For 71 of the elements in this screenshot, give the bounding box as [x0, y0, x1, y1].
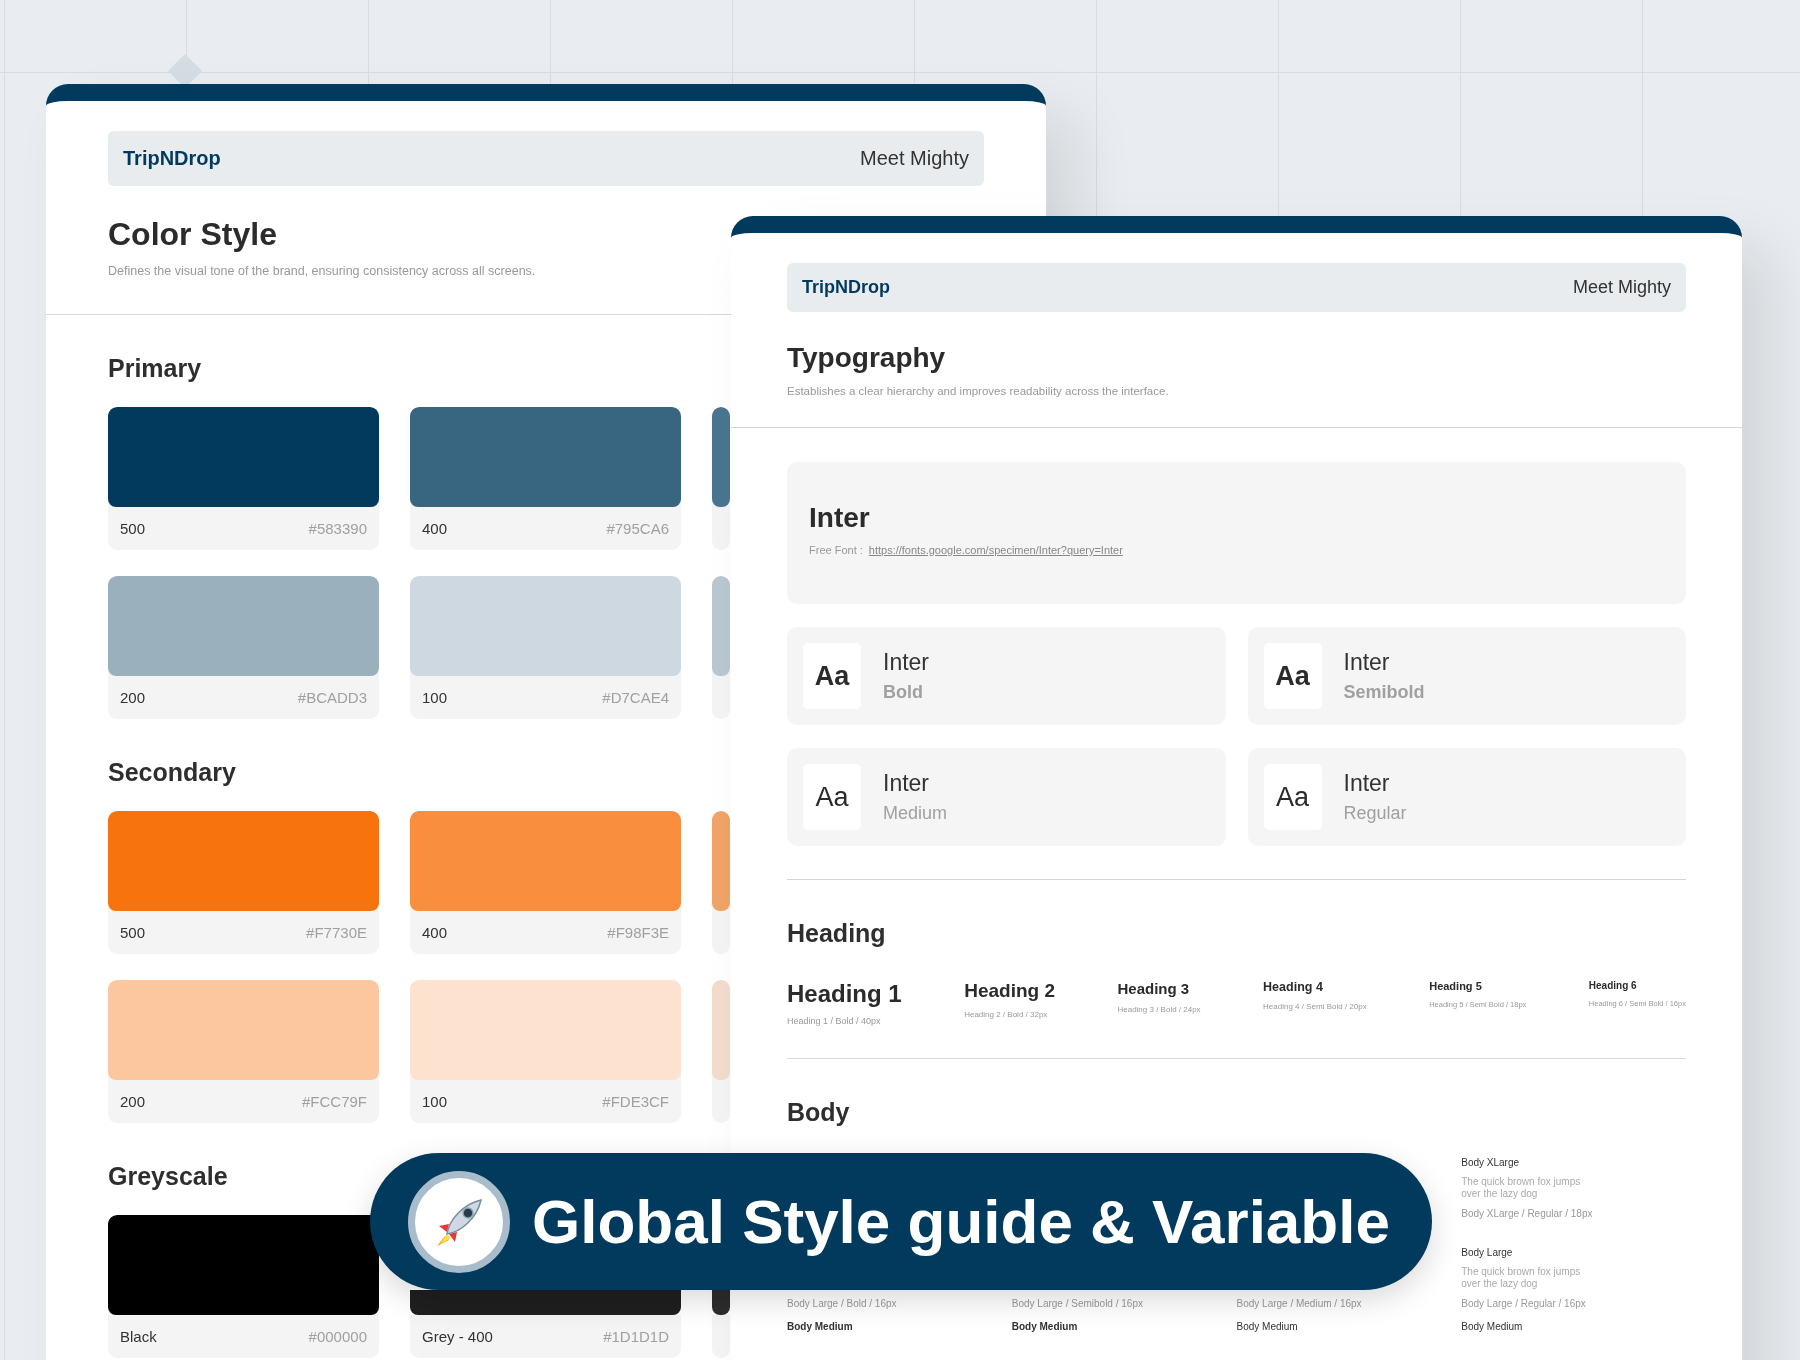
- section-title: Heading: [787, 918, 886, 948]
- shade-label: 400: [422, 520, 448, 537]
- body-style-name: Body Medium: [1461, 1321, 1524, 1332]
- page-title: Color Style: [108, 215, 278, 254]
- section-title: Primary: [108, 353, 202, 383]
- shade-label: 500: [120, 520, 146, 537]
- page-title: Typography: [787, 341, 947, 375]
- weight-label: Bold: [883, 682, 924, 703]
- heading-sample: Heading 6: [1588, 980, 1638, 991]
- font-name: Inter: [883, 770, 931, 797]
- heading-spec: Heading 2 / Bold / 32px: [964, 1010, 1049, 1019]
- body-style-name: Body XLarge: [1461, 1157, 1521, 1168]
- shade-label: Grey - 400: [422, 1328, 493, 1345]
- shade-label: 200: [120, 1093, 146, 1110]
- hex-code: #F7730E: [306, 924, 367, 941]
- weight-label: Semibold: [1343, 682, 1425, 703]
- heading-sample: Heading 4: [1263, 980, 1324, 994]
- font-name: Inter: [809, 502, 871, 534]
- font-sample: Aa: [803, 643, 861, 709]
- shade-label: 100: [422, 689, 448, 706]
- hex-code: #FDE3CF: [602, 1093, 669, 1110]
- heading-spec: Heading 3 / Bold / 24px: [1117, 1005, 1201, 1014]
- section-title: Secondary: [108, 757, 236, 787]
- section-title: Greyscale: [108, 1161, 228, 1191]
- hex-code: #D7CAE4: [602, 689, 669, 706]
- font-name: Inter: [883, 649, 930, 676]
- banner-title: Global Style guide & Variable: [532, 1186, 1390, 1257]
- shade-label: Black: [120, 1328, 157, 1345]
- font-name: Inter: [1343, 770, 1391, 797]
- body-sample: The quick brown fox jumps over the lazy dog: [1461, 1266, 1582, 1290]
- body-spec: Body Large / Medium / 16px: [1236, 1298, 1363, 1309]
- font-name: Inter: [1343, 649, 1391, 676]
- header-link[interactable]: Meet Mighty: [1572, 277, 1671, 298]
- section-title: Body: [787, 1097, 850, 1127]
- brand-name: TripNDrop: [802, 277, 890, 298]
- body-spec: Body Large / Bold / 16px: [787, 1298, 898, 1309]
- body-style-name: Body Large: [1461, 1247, 1514, 1258]
- shade-label: 200: [120, 689, 146, 706]
- brand-name: TripNDrop: [123, 147, 221, 170]
- hex-code: #795CA6: [606, 520, 669, 537]
- page-subtitle: Defines the visual tone of the brand, ensuring consistency across all screens.: [108, 264, 537, 278]
- shade-label: 500: [120, 924, 146, 941]
- font-sample: Aa: [1263, 764, 1322, 830]
- body-spec: Body Large / Regular / 16px: [1461, 1298, 1587, 1309]
- header-link[interactable]: Meet Mighty: [860, 147, 969, 170]
- body-spec: Body XLarge / Regular / 18px: [1461, 1208, 1594, 1219]
- hex-code: #FCC79F: [301, 1093, 367, 1110]
- font-sample: Aa: [803, 764, 861, 830]
- weight-label: Medium: [883, 803, 948, 824]
- body-style-name: Body Medium: [787, 1321, 854, 1332]
- heading-sample: Heading 2: [964, 980, 1055, 1002]
- hex-code: #583390: [308, 520, 367, 537]
- hex-code: #000000: [308, 1328, 367, 1345]
- font-sample: Aa: [1263, 643, 1322, 709]
- page-subtitle: Establishes a clear hierarchy and improves readability across the interface.: [787, 385, 1170, 397]
- heading-spec: Heading 1 / Bold / 40px: [787, 1016, 882, 1026]
- heading-sample: Heading 5: [1429, 980, 1483, 992]
- font-label: Free Font :: [809, 544, 863, 556]
- body-spec: Body Large / Semibold / 16px: [1011, 1298, 1144, 1309]
- body-style-name: Body Medium: [1236, 1321, 1299, 1332]
- body-style-name: Body Medium: [1011, 1321, 1079, 1332]
- heading-sample: Heading 1: [787, 980, 902, 1008]
- shade-label: 400: [422, 924, 448, 941]
- hex-code: #1D1D1D: [603, 1328, 669, 1345]
- hex-code: #F98F3E: [607, 924, 669, 941]
- heading-spec: Heading 4 / Semi Bold / 20px: [1263, 1002, 1367, 1011]
- weight-label: Regular: [1343, 803, 1407, 824]
- heading-sample: Heading 3: [1117, 980, 1191, 997]
- body-sample: The quick brown fox jumps over the lazy dog: [1461, 1176, 1582, 1200]
- shade-label: 100: [422, 1093, 448, 1110]
- hex-code: #BCADD3: [297, 689, 367, 706]
